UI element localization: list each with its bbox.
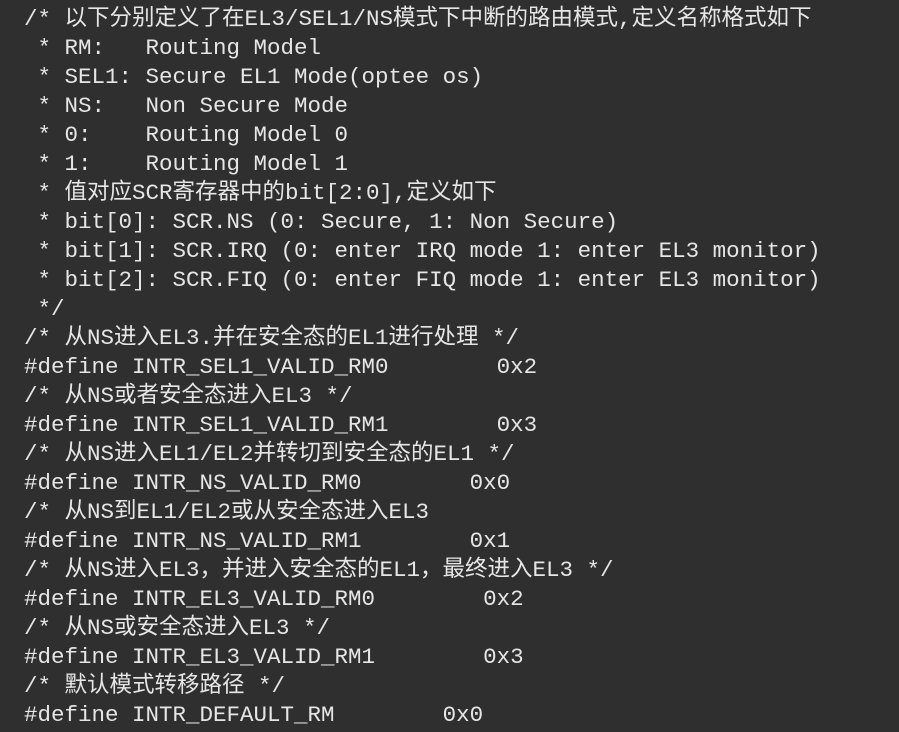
code-line-8: * bit[0]: SCR.NS (0: Secure, 1: Non Secu… — [24, 209, 619, 235]
code-line-13: #define INTR_SEL1_VALID_RM0 0x2 — [24, 354, 538, 380]
code-line-24: /* 默认模式转移路径 */ — [24, 673, 286, 699]
code-line-16: /* 从NS进入EL1/EL2并转切到安全态的EL1 */ — [24, 441, 515, 467]
code-line-25: #define INTR_DEFAULT_RM 0x0 — [24, 702, 484, 728]
code-line-5: * 0: Routing Model 0 — [24, 122, 349, 148]
code-line-22: /* 从NS或安全态进入EL3 */ — [24, 615, 331, 641]
code-line-14: /* 从NS或者安全态进入EL3 */ — [24, 383, 353, 409]
code-line-21: #define INTR_EL3_VALID_RM0 0x2 — [24, 586, 524, 612]
code-line-18: /* 从NS到EL1/EL2或从安全态进入EL3 — [24, 499, 430, 525]
code-line-23: #define INTR_EL3_VALID_RM1 0x3 — [24, 644, 524, 670]
code-line-15: #define INTR_SEL1_VALID_RM1 0x3 — [24, 412, 538, 438]
code-line-19: #define INTR_NS_VALID_RM1 0x1 — [24, 528, 511, 554]
code-line-2: * RM: Routing Model — [24, 35, 322, 61]
code-line-1: /* 以下分别定义了在EL3/SEL1/NS模式下中断的路由模式,定义名称格式如… — [24, 6, 812, 32]
code-line-4: * NS: Non Secure Mode — [24, 93, 349, 119]
code-line-10: * bit[2]: SCR.FIQ (0: enter FIQ mode 1: … — [24, 267, 821, 293]
code-editor[interactable]: /* 以下分别定义了在EL3/SEL1/NS模式下中断的路由模式,定义名称格式如… — [0, 0, 899, 732]
code-line-17: #define INTR_NS_VALID_RM0 0x0 — [24, 470, 511, 496]
code-line-3: * SEL1: Secure EL1 Mode(optee os) — [24, 64, 484, 90]
code-line-7: * 值对应SCR寄存器中的bit[2:0],定义如下 — [24, 180, 497, 206]
code-line-12: /* 从NS进入EL3.并在安全态的EL1进行处理 */ — [24, 325, 520, 351]
code-line-11: */ — [24, 296, 65, 322]
code-line-9: * bit[1]: SCR.IRQ (0: enter IRQ mode 1: … — [24, 238, 821, 264]
code-line-6: * 1: Routing Model 1 — [24, 151, 349, 177]
code-line-20: /* 从NS进入EL3，并进入安全态的EL1，最终进入EL3 */ — [24, 557, 614, 583]
